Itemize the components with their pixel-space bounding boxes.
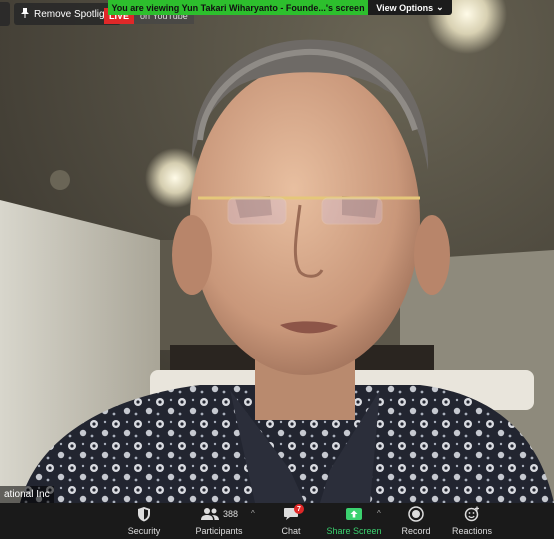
top-left-controls: Remove Spotlight: [0, 2, 121, 26]
participants-button[interactable]: 388 Participants: [190, 503, 248, 539]
view-options-label: View Options: [376, 2, 434, 13]
share-screen-button[interactable]: Share Screen: [326, 503, 382, 539]
security-label: Security: [127, 526, 161, 536]
participants-icon-group: 388: [200, 505, 238, 523]
record-label: Record: [401, 526, 431, 536]
meeting-toolbar: Security 388 Participants ^ 7 Chat Share…: [0, 503, 554, 539]
participants-caret-icon[interactable]: ^: [251, 509, 255, 518]
share-screen-icon: [345, 505, 363, 523]
people-icon: [200, 508, 219, 520]
pin-icon: [20, 7, 30, 22]
collapse-tab[interactable]: [0, 2, 10, 26]
reactions-button[interactable]: Reactions: [452, 503, 492, 539]
screen-share-banner-text: You are viewing Yun Takari Wiharyanto - …: [111, 2, 365, 13]
chevron-down-icon: ⌄: [436, 2, 444, 12]
chat-icon: 7: [283, 504, 304, 523]
video-feed: [0, 0, 554, 503]
reactions-label: Reactions: [451, 526, 493, 536]
participant-name: ational Inc: [4, 489, 50, 500]
chat-label: Chat: [281, 526, 301, 536]
chat-button[interactable]: 7 Chat: [276, 503, 306, 539]
share-screen-label: Share Screen: [326, 526, 382, 536]
record-icon: [408, 505, 424, 523]
screen-share-banner: You are viewing Yun Takari Wiharyanto - …: [108, 0, 368, 15]
shield-icon: [137, 505, 151, 523]
chat-unread-badge: 7: [294, 504, 304, 514]
share-screen-caret-icon[interactable]: ^: [377, 509, 381, 518]
participants-label: Participants: [195, 526, 243, 536]
view-options-button[interactable]: View Options ⌄: [368, 0, 452, 15]
security-button[interactable]: Security: [124, 503, 164, 539]
participant-count: 388: [222, 509, 239, 519]
participant-name-tag: ational Inc: [0, 486, 54, 503]
speaker-video: [0, 0, 554, 503]
smile-icon: [464, 505, 480, 523]
remove-spotlight-label: Remove Spotlight: [34, 8, 113, 20]
record-button[interactable]: Record: [398, 503, 434, 539]
